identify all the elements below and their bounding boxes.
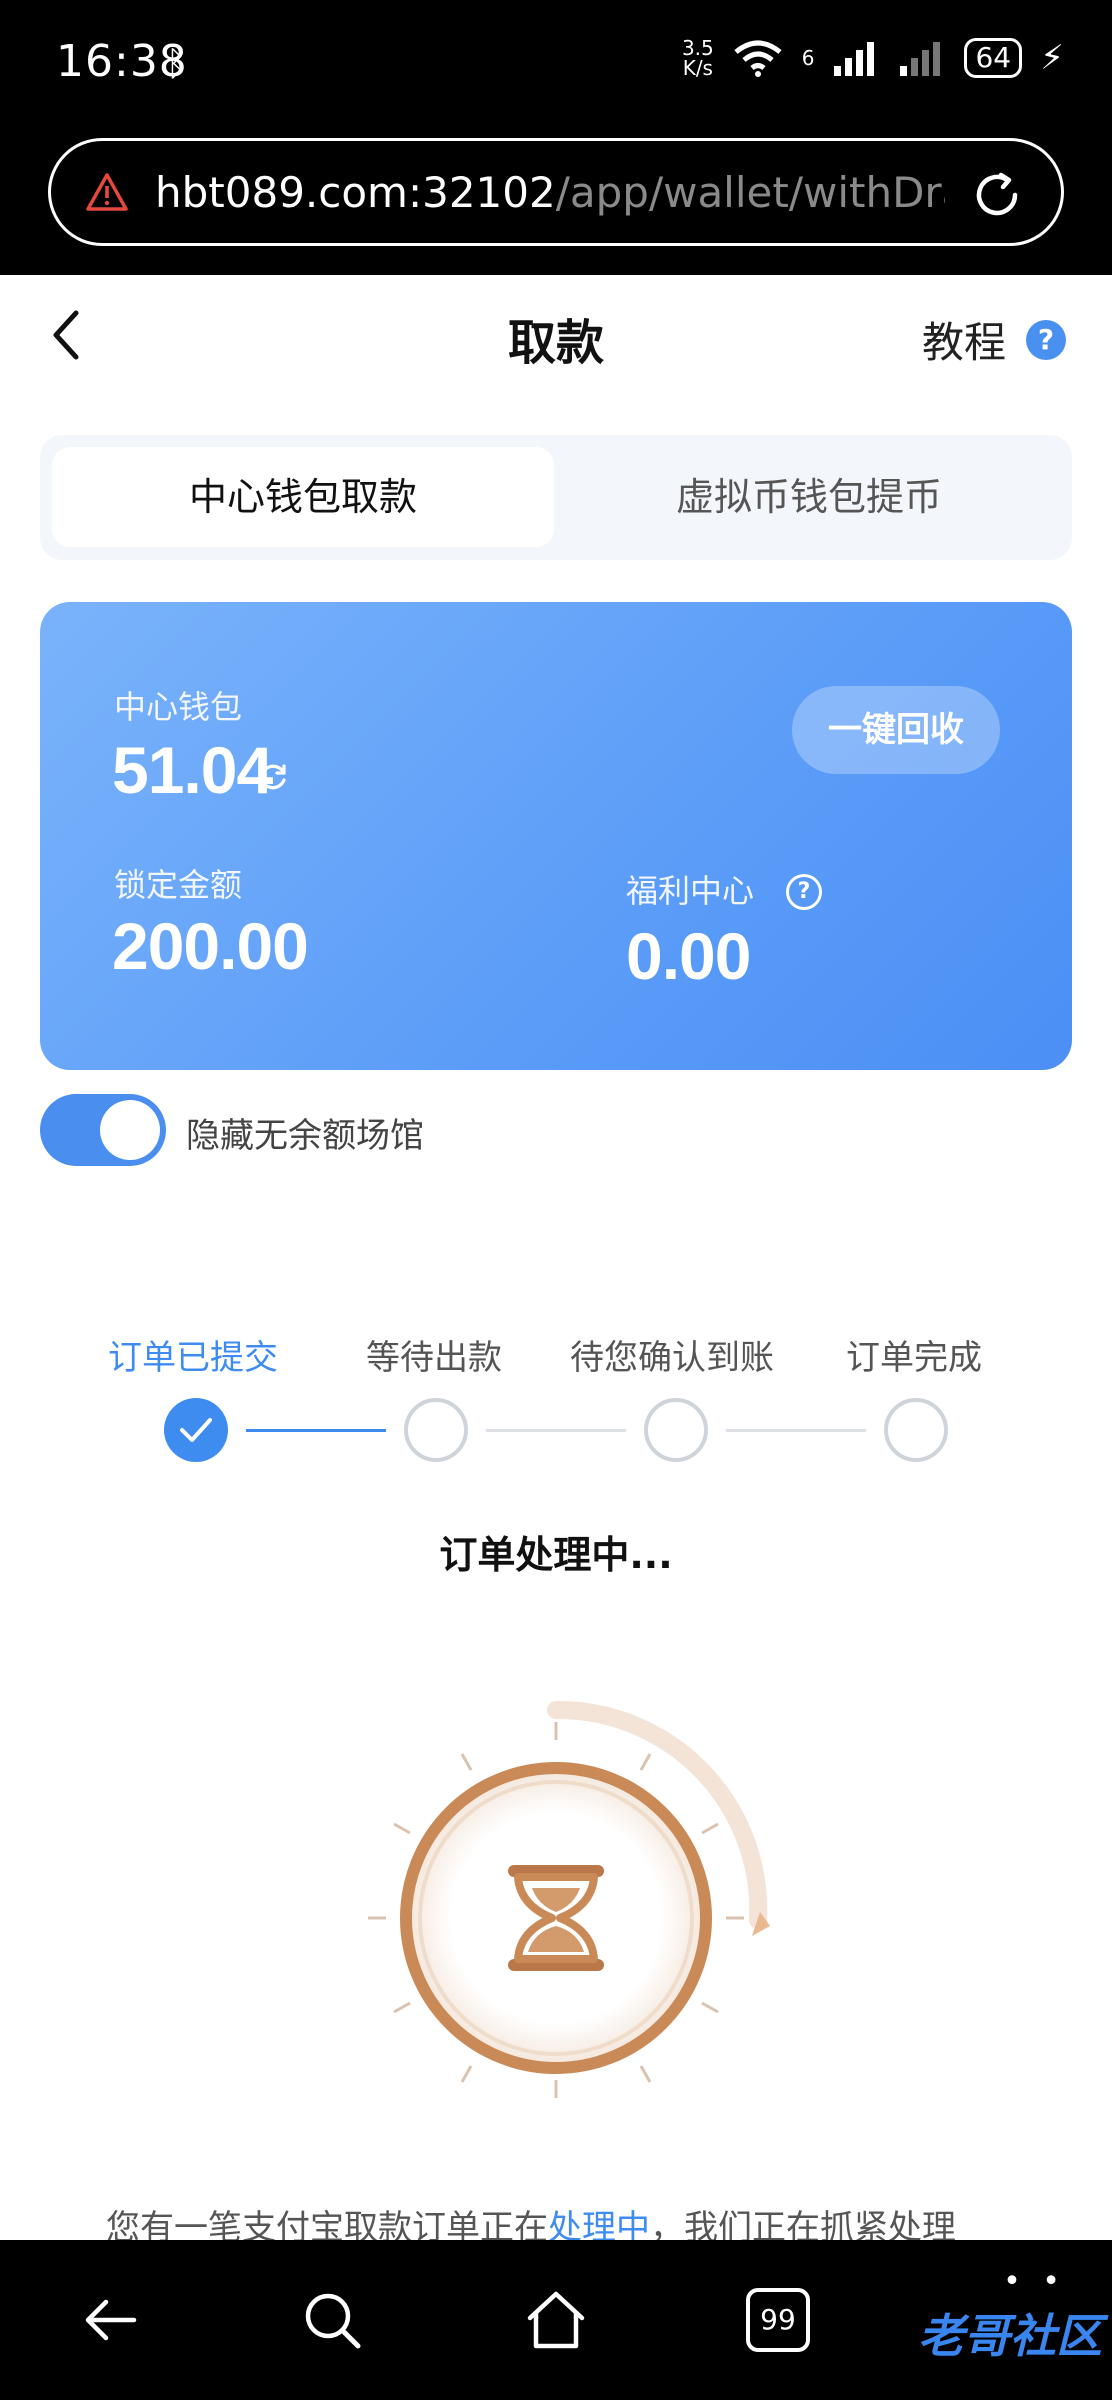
tutorial-label: 教程 (921, 318, 1006, 367)
signal-icon (834, 42, 875, 76)
reload-icon[interactable] (969, 167, 1025, 223)
step-completed-indicator (884, 1398, 948, 1462)
nav-back-icon[interactable] (78, 2288, 142, 2352)
wifi-icon (734, 40, 782, 77)
step-label-awaiting-payout: 等待出款 (366, 1338, 502, 1378)
welfare-center-amount: 0.00 (626, 919, 751, 993)
step-connector (486, 1429, 626, 1432)
locked-amount-value: 200.00 (112, 909, 309, 983)
signal-weak-icon (900, 42, 941, 76)
step-label-completed: 订单完成 (846, 1338, 982, 1378)
bluetooth-icon: ᛒ (166, 44, 187, 84)
browser-toolbar: hbt089.com:32102/app/wallet/withDra (0, 130, 1112, 275)
nav-search-icon[interactable] (300, 2288, 364, 2352)
help-icon[interactable]: ? (1026, 319, 1066, 360)
nav-menu-icon[interactable]: • • (1003, 2264, 1066, 2299)
step-label-submitted: 订单已提交 (108, 1338, 278, 1378)
url-bar[interactable]: hbt089.com:32102/app/wallet/withDra (48, 138, 1064, 246)
nav-tabs-button[interactable]: 99 (746, 2288, 810, 2352)
step-submitted-indicator (164, 1398, 228, 1462)
net-speed-value: 3.5 (681, 36, 714, 60)
locked-amount-label: 锁定金额 (114, 866, 243, 904)
welfare-help-icon[interactable]: ? (786, 874, 822, 910)
warning-icon[interactable] (85, 172, 129, 212)
url-path: /app/wallet/withDra (555, 167, 945, 217)
step-awaiting-payout-indicator (404, 1398, 468, 1462)
status-icons: 3.5 K/s 6 64 ⚡ (682, 38, 1064, 78)
nav-home-icon[interactable] (524, 2288, 588, 2352)
step-confirm-receipt-indicator (644, 1398, 708, 1462)
net-speed: 3.5 K/s (682, 38, 714, 78)
net-speed-unit: K/s (682, 56, 713, 80)
step-label-confirm-receipt: 待您确认到账 (570, 1338, 774, 1378)
charging-icon: ⚡ (1040, 38, 1064, 78)
url-text[interactable]: hbt089.com:32102/app/wallet/withDra (155, 168, 945, 217)
step-connector (246, 1429, 386, 1432)
watermark-logo: 老哥社区 (918, 2310, 1102, 2362)
hourglass-illustration (356, 1700, 776, 2120)
wallet-card: 中心钱包 51.04 一键回收 锁定金额 200.00 福利中心 ? 0.00 (40, 602, 1072, 1070)
toggle-knob (100, 1100, 160, 1160)
browser-nav-bar: 99 • • 老哥社区 (0, 2240, 1112, 2400)
hide-empty-venues-label: 隐藏无余额场馆 (186, 1116, 424, 1156)
net-type: 6 (801, 46, 815, 70)
withdraw-tabs: 中心钱包取款 虚拟币钱包提币 (40, 435, 1072, 560)
battery-indicator: 64 (964, 38, 1023, 78)
order-status-title: 订单处理中... (439, 1533, 673, 1577)
check-icon (180, 1418, 212, 1442)
refresh-icon[interactable] (256, 760, 290, 794)
status-bar: 16:38 ᛒ 3.5 K/s 6 64 ⚡ (0, 0, 1112, 130)
page-header: 取款 教程 ? (0, 275, 1112, 400)
url-host: hbt089.com:32102 (155, 167, 556, 217)
hourglass-icon (368, 1700, 770, 2098)
tutorial-link[interactable]: 教程 ? (922, 309, 1066, 370)
step-connector (726, 1429, 866, 1432)
welfare-center-label: 福利中心 (626, 872, 755, 910)
center-wallet-amount: 51.04 (112, 733, 273, 807)
tab-crypto-wallet[interactable]: 虚拟币钱包提币 (558, 447, 1060, 547)
center-wallet-label: 中心钱包 (114, 688, 243, 726)
tab-center-wallet[interactable]: 中心钱包取款 (52, 447, 554, 547)
one-click-recycle-button[interactable]: 一键回收 (792, 686, 1000, 774)
hide-empty-venues-toggle[interactable] (40, 1094, 166, 1166)
